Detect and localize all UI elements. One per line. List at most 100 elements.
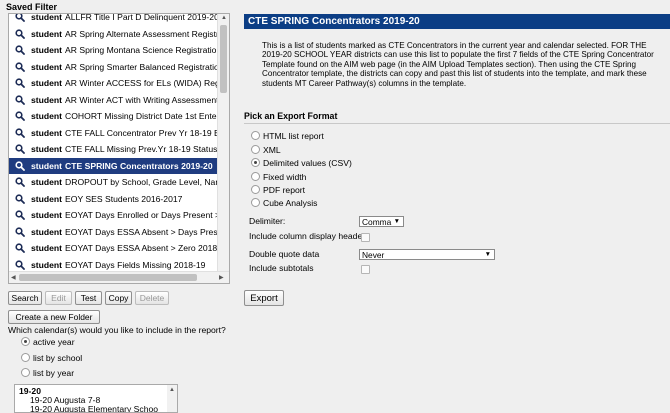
radio-fixed-width[interactable] (251, 172, 260, 181)
filter-kind: student (31, 177, 63, 188)
radio-list-by-year[interactable] (21, 368, 30, 377)
saved-filter-header: Saved Filter (6, 2, 58, 12)
filter-kind: student (31, 243, 63, 254)
filter-list-item[interactable]: student AR Spring Alternate Assessment Re… (9, 26, 218, 43)
double-quote-label: Double quote data (249, 249, 320, 259)
search-icon (9, 62, 31, 72)
include-header-checkbox[interactable] (361, 233, 370, 242)
filter-kind: student (31, 94, 63, 105)
filter-kind: student (31, 259, 63, 270)
filter-name: EOY SES Students 2016-2017 (65, 193, 183, 204)
filter-name: AR Winter ACCESS for ELs (WIDA) Regis (65, 78, 218, 89)
include-subtotals-checkbox[interactable] (361, 265, 370, 274)
radio-cube-analysis[interactable] (251, 198, 260, 207)
double-quote-value: Never (362, 249, 385, 260)
vertical-scrollbar[interactable]: ▲ (217, 14, 229, 271)
scroll-up-icon[interactable]: ▲ (221, 15, 227, 21)
calendar-scrollbar[interactable]: ▲ (167, 385, 177, 412)
filter-name: DROPOUT by School, Grade Level, Name (65, 177, 218, 188)
radio-active-year[interactable] (21, 337, 30, 346)
delete-button[interactable]: Delete (135, 291, 169, 305)
scroll-right-icon[interactable]: ▶ (219, 274, 224, 281)
format-label-csv: Delimited values (CSV) (263, 158, 352, 168)
saved-filter-list[interactable]: student ALLFR Title I Part D Delinquent 2… (8, 13, 230, 284)
export-button[interactable]: Export (244, 290, 284, 306)
format-label-xml: XML (263, 145, 281, 155)
radio-label-list-by-school: list by school (33, 353, 83, 363)
filter-name: AR Winter ACT with Writing Assessment F (65, 94, 218, 105)
search-icon (9, 29, 31, 39)
search-icon (9, 210, 31, 221)
calendar-item[interactable]: 19-20 Augusta Elementary Schoo (30, 404, 158, 412)
radio-html-list-report[interactable] (251, 131, 260, 140)
format-label-pdf: PDF report (263, 185, 306, 195)
scroll-left-icon[interactable]: ◀ (11, 274, 16, 281)
filter-list-item[interactable]: student ALLFR Title I Part D Delinquent 2… (9, 13, 218, 26)
divider (244, 123, 670, 124)
double-quote-select[interactable]: Never ▼ (359, 249, 495, 260)
horizontal-scrollbar[interactable]: ◀ ▶ (9, 271, 229, 283)
scroll-up-icon[interactable]: ▲ (169, 387, 175, 393)
search-icon (9, 227, 31, 237)
radio-delimited-values[interactable] (251, 158, 260, 167)
filter-kind: student (31, 144, 63, 155)
filter-kind: student (31, 193, 63, 204)
filter-name: CTE FALL Missing Prev.Yr 18-19 Status/D (65, 144, 218, 155)
copy-button[interactable]: Copy (105, 291, 132, 305)
filter-list-item[interactable]: student CTE FALL Concentrator Prev Yr 18-… (9, 125, 218, 142)
filter-name: ALLFR Title I Part D Delinquent 2019-20 (65, 13, 218, 23)
report-description: This is a list of students marked as CTE… (262, 41, 654, 88)
radio-label-list-by-year: list by year (33, 368, 75, 378)
include-subtotals-label: Include subtotals (249, 263, 314, 273)
filter-name: AR Spring Smarter Balanced Registration (65, 61, 218, 72)
radio-list-by-school[interactable] (21, 353, 30, 362)
radio-pdf-report[interactable] (251, 185, 260, 194)
dropdown-arrow-icon: ▼ (393, 218, 400, 225)
filter-list-item[interactable]: student AR Winter ACCESS for ELs (WIDA) R… (9, 75, 218, 92)
edit-button[interactable]: Edit (45, 291, 72, 305)
search-icon (9, 14, 31, 23)
format-label-cube: Cube Analysis (263, 198, 318, 208)
filter-list-item[interactable]: student AR Spring Smarter Balanced Regist… (9, 59, 218, 76)
filter-list-item[interactable]: student EOYAT Days ESSA Absent > Days Pre… (9, 224, 218, 241)
filter-kind: student (31, 78, 63, 89)
filter-list-item[interactable]: student CTE FALL Missing Prev.Yr 18-19 St… (9, 141, 218, 158)
include-header-label: Include column display header (249, 231, 366, 241)
format-label-html: HTML list report (263, 131, 324, 141)
filter-name: AR Spring Alternate Assessment Registra (65, 28, 218, 39)
format-label-fixed: Fixed width (263, 172, 307, 182)
filter-name: CTE SPRING Concentrators 2019-20 (65, 160, 213, 171)
filter-list-item[interactable]: student COHORT Missing District Date 1st … (9, 108, 218, 125)
filter-name: EOYAT Days ESSA Absent > Days Presen (65, 226, 218, 237)
search-icon (9, 243, 31, 254)
filter-list-item[interactable]: student EOY SES Students 2016-2017 (9, 191, 218, 208)
search-icon (9, 111, 31, 122)
filter-kind: student (31, 160, 63, 171)
delimiter-select[interactable]: Comma ▼ (359, 216, 404, 227)
filter-name: EOYAT Days Enrolled or Days Present > ' (65, 210, 218, 221)
create-folder-button[interactable]: Create a new Folder (8, 310, 100, 324)
filter-list-item[interactable]: student AR Spring Montana Science Registr… (9, 42, 218, 59)
search-icon (9, 45, 31, 56)
radio-xml[interactable] (251, 145, 260, 154)
filter-kind: student (31, 13, 63, 23)
search-icon (9, 144, 31, 155)
filter-list-item[interactable]: student CTE SPRING Concentrators 2019-20 (9, 157, 218, 174)
test-button[interactable]: Test (75, 291, 102, 305)
calendar-list[interactable]: 19-20 19-20 Augusta 7-8 19-20 Augusta El… (14, 384, 178, 413)
calendar-question: Which calendar(s) would you like to incl… (8, 325, 226, 335)
horizontal-scroll-thumb[interactable] (19, 274, 197, 281)
filter-list-item[interactable]: student EOYAT Days Enrolled or Days Prese… (9, 207, 218, 224)
vertical-scroll-thumb[interactable] (220, 25, 227, 93)
filter-list-item[interactable]: student DROPOUT by School, Grade Level, N… (9, 174, 218, 191)
search-button[interactable]: Search (8, 291, 42, 305)
filter-list-item[interactable]: student AR Winter ACT with Writing Assess… (9, 92, 218, 109)
filter-kind: student (31, 111, 63, 122)
dropdown-arrow-icon: ▼ (484, 251, 491, 258)
filter-kind: student (31, 210, 63, 221)
filter-kind: student (31, 226, 63, 237)
filter-name: COHORT Missing District Date 1st Entere (65, 111, 218, 122)
report-title: CTE SPRING Concentrators 2019-20 (244, 14, 670, 29)
filter-list-item[interactable]: student EOYAT Days ESSA Absent > Zero 201… (9, 240, 218, 257)
search-icon (9, 128, 31, 138)
